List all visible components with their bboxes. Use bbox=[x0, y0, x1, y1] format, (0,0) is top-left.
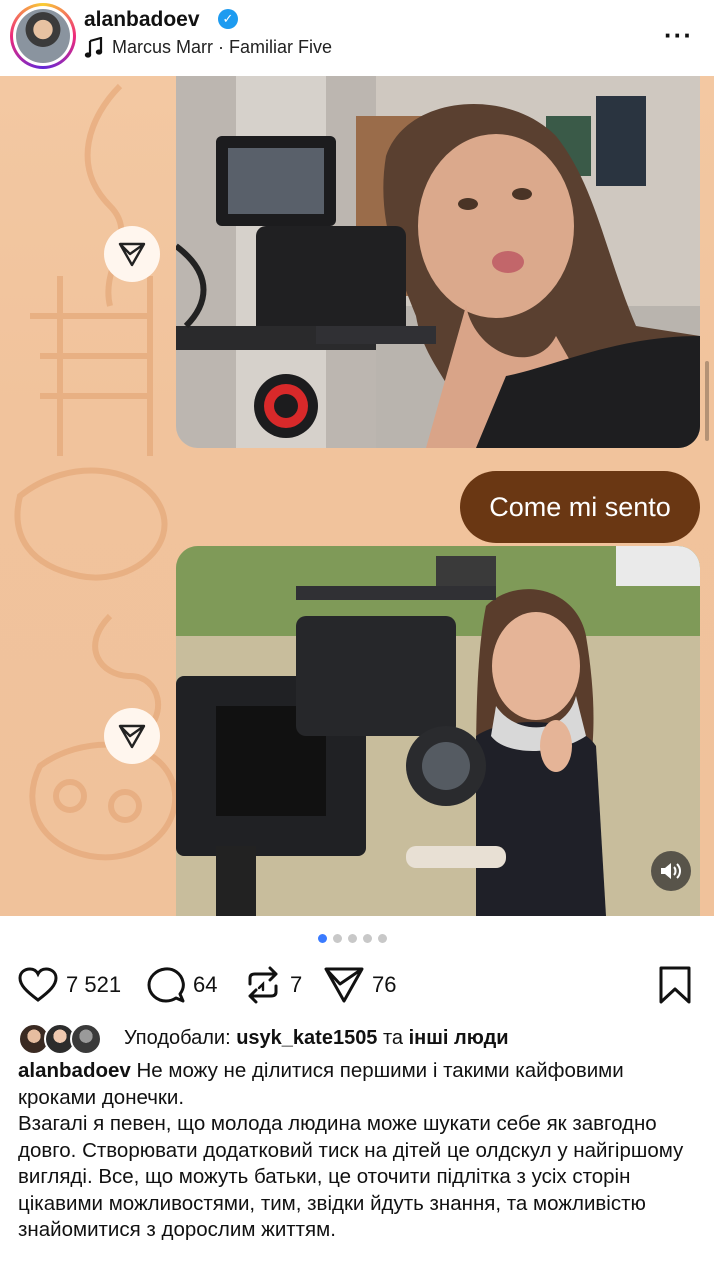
photo-camera-selfie[interactable] bbox=[176, 76, 700, 448]
liked-by-prefix: Уподобали: bbox=[124, 1027, 231, 1049]
story-avatar[interactable] bbox=[10, 3, 76, 69]
reposts-count: 7 bbox=[290, 972, 303, 997]
share-action-button[interactable]: 76 bbox=[324, 960, 396, 1010]
carousel-dot-5[interactable] bbox=[378, 934, 387, 943]
share-button[interactable] bbox=[104, 226, 160, 282]
liked-by-text: Уподобали: usyk_kate1505 та інші люди bbox=[124, 1027, 509, 1050]
message-bubble: Come mi sento bbox=[460, 471, 700, 543]
more-options-icon[interactable]: ··· bbox=[664, 20, 693, 51]
avatar bbox=[13, 6, 73, 66]
post-media[interactable]: Come mi sento bbox=[0, 76, 714, 916]
repost-button[interactable]: 7 bbox=[244, 960, 302, 1010]
carousel-dot-4[interactable] bbox=[363, 934, 372, 943]
liked-by: Уподобали: usyk_kate1505 та інші люди bbox=[18, 1022, 708, 1056]
bookmark-icon bbox=[659, 966, 691, 1004]
scrollbar[interactable] bbox=[705, 361, 709, 441]
comments-count: 64 bbox=[193, 972, 218, 997]
like-button[interactable]: 7 521 bbox=[18, 960, 121, 1010]
liker-avatar-3[interactable] bbox=[70, 1023, 102, 1055]
carousel-dot-1[interactable] bbox=[318, 934, 327, 943]
action-bar: 7 521 64 7 76 bbox=[0, 960, 714, 1010]
speaker-icon bbox=[661, 863, 681, 879]
shares-count: 76 bbox=[372, 972, 397, 997]
username[interactable]: alanbadoev bbox=[84, 8, 200, 32]
post-header: alanbadoev ✓ Marcus Marr · Familiar Five… bbox=[0, 0, 714, 76]
caption-paragraph: Взагалі я певен, що молода людина може ш… bbox=[18, 1112, 684, 1241]
post-caption: alanbadoev Не можу не ділитися першими і… bbox=[18, 1058, 698, 1244]
carousel-indicator bbox=[318, 934, 387, 944]
save-button[interactable] bbox=[658, 960, 692, 1010]
send-icon bbox=[118, 724, 146, 749]
caption-author[interactable]: alanbadoev bbox=[18, 1059, 131, 1082]
audio-track[interactable]: Marcus Marr · Familiar Five bbox=[112, 37, 332, 58]
music-note-icon bbox=[84, 37, 103, 58]
carousel-dot-2[interactable] bbox=[333, 934, 342, 943]
liked-by-others[interactable]: інші люди bbox=[409, 1027, 509, 1049]
repost-icon bbox=[248, 966, 278, 1004]
heart-icon bbox=[18, 967, 58, 1002]
carousel-dot-3[interactable] bbox=[348, 934, 357, 943]
comment-icon bbox=[147, 967, 185, 1003]
comment-button[interactable]: 64 bbox=[147, 960, 217, 1010]
verified-badge-icon: ✓ bbox=[218, 9, 238, 29]
liked-by-conj: та bbox=[383, 1027, 404, 1049]
photo-girl-camera[interactable] bbox=[176, 546, 700, 916]
avatar-photo bbox=[16, 9, 70, 63]
likes-count: 7 521 bbox=[66, 972, 122, 997]
send-icon bbox=[324, 967, 364, 1003]
sound-toggle-button[interactable] bbox=[651, 851, 691, 891]
share-button-2[interactable] bbox=[104, 708, 160, 764]
liked-by-user[interactable]: usyk_kate1505 bbox=[236, 1027, 377, 1049]
send-icon bbox=[118, 242, 146, 267]
